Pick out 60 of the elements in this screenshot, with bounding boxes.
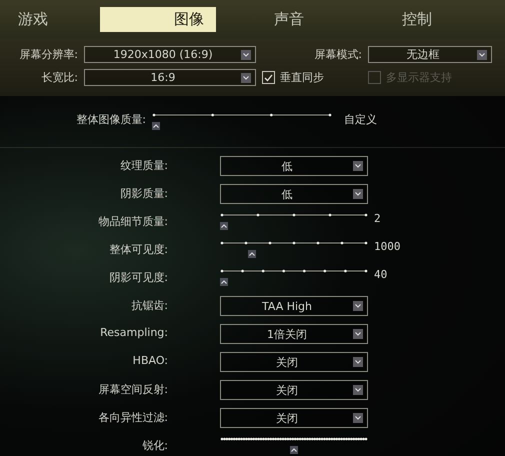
- chevron-down-icon: [353, 161, 363, 171]
- setting-label: 屏幕空间反射:: [97, 382, 168, 397]
- dropdown[interactable]: 关闭: [220, 380, 368, 400]
- slider-value: 自定义: [343, 112, 377, 128]
- chevron-down-icon: [353, 357, 363, 367]
- chevron-down-icon: [477, 50, 487, 60]
- tab[interactable]: 控制: [398, 6, 498, 32]
- slider-value: 2: [373, 212, 382, 225]
- slider-line-icon: [220, 212, 368, 218]
- slider-track[interactable]: [220, 436, 368, 456]
- chevron-down-icon: [353, 301, 363, 311]
- dropdown[interactable]: 低: [220, 184, 368, 204]
- checkmark-icon: [264, 74, 273, 82]
- setting-label: HBAO:: [132, 353, 168, 367]
- dropdown[interactable]: 1920x1080 (16:9): [84, 46, 256, 64]
- chevron-down-icon: [353, 189, 363, 199]
- setting-label: Resampling:: [99, 325, 168, 339]
- slider-thumb[interactable]: [290, 446, 298, 454]
- slider-track[interactable]: [152, 112, 332, 132]
- tab[interactable]: 图像: [100, 6, 216, 32]
- chevron-down-icon: [353, 329, 363, 339]
- slider-thumb[interactable]: [248, 250, 256, 258]
- slider-line-icon: [220, 436, 368, 442]
- slider-thumb[interactable]: [220, 278, 228, 286]
- setting-label: 物品细节质量:: [97, 214, 168, 229]
- setting-label: 整体可见度:: [108, 242, 168, 257]
- slider-value: 40: [373, 268, 388, 281]
- dropdown[interactable]: 无边框: [368, 46, 492, 64]
- field-label: 长宽比:: [40, 70, 78, 86]
- setting-label: 纹理质量:: [119, 158, 168, 173]
- setting-label: 抗锯齿:: [130, 298, 168, 313]
- slider-track[interactable]: [220, 212, 368, 232]
- slider-line-icon: [220, 268, 368, 274]
- slider-thumb[interactable]: [220, 222, 228, 230]
- setting-label: 阴影质量:: [119, 186, 168, 201]
- dropdown[interactable]: 1倍关闭: [220, 324, 368, 344]
- chevron-down-icon: [353, 385, 363, 395]
- slider-track[interactable]: [220, 240, 368, 260]
- setting-label: 各向异性过滤:: [97, 410, 168, 425]
- tab[interactable]: 声音: [270, 6, 398, 32]
- field-label: 屏幕模式:: [313, 47, 362, 62]
- setting-label: 锐化:: [141, 438, 168, 453]
- tab[interactable]: 游戏: [14, 6, 100, 32]
- slider-track[interactable]: [220, 268, 368, 288]
- dropdown[interactable]: TAA High: [220, 296, 368, 316]
- setting-label: 整体图像质量:: [75, 112, 146, 128]
- chevron-down-icon: [241, 72, 251, 83]
- field-label: 屏幕分辨率:: [18, 47, 78, 62]
- slider-value: 1000: [373, 240, 402, 253]
- chevron-down-icon: [241, 50, 251, 60]
- slider-thumb[interactable]: [152, 122, 160, 130]
- setting-label: 阴影可见度:: [108, 270, 168, 285]
- dropdown[interactable]: 低: [220, 156, 368, 176]
- slider-line-icon: [152, 112, 332, 118]
- dropdown[interactable]: 关闭: [220, 352, 368, 372]
- dropdown[interactable]: 16:9: [84, 69, 256, 86]
- chevron-down-icon: [353, 413, 363, 423]
- slider-line-icon: [220, 240, 368, 246]
- checkbox[interactable]: 垂直同步: [262, 70, 362, 86]
- dropdown[interactable]: 关闭: [220, 408, 368, 428]
